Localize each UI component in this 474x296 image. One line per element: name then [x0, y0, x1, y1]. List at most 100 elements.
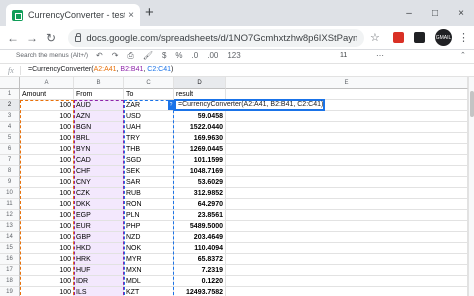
row-header[interactable]: 19 — [0, 287, 20, 296]
cell-c5[interactable]: TRY — [124, 133, 174, 144]
cell-c2[interactable]: ZAR — [124, 100, 174, 111]
browser-tab[interactable]: CurrencyConverter - test - Goog × — [6, 4, 140, 26]
cell-a16[interactable]: 100 — [20, 254, 74, 265]
row-header[interactable]: 14 — [0, 232, 20, 243]
cell-d18[interactable]: 0.1220 — [174, 276, 226, 287]
cell-b4[interactable]: BGN — [74, 122, 124, 133]
cell-e6[interactable] — [226, 144, 468, 155]
cell-b2[interactable]: AUD — [74, 100, 124, 111]
cell-b7[interactable]: CAD — [74, 155, 124, 166]
column-header-c[interactable]: C — [124, 77, 174, 89]
cell-c16[interactable]: MYR — [124, 254, 174, 265]
cell-c15[interactable]: NOK — [124, 243, 174, 254]
close-window-button[interactable]: × — [448, 0, 474, 26]
cell-b17[interactable]: HUF — [74, 265, 124, 276]
cell-b14[interactable]: GBP — [74, 232, 124, 243]
row-header[interactable]: 1 — [0, 89, 20, 100]
row-header[interactable]: 15 — [0, 243, 20, 254]
cell-d3[interactable]: 59.0458 — [174, 111, 226, 122]
cell-b3[interactable]: AZN — [74, 111, 124, 122]
cell-a12[interactable]: 100 — [20, 210, 74, 221]
cell-b11[interactable]: DKK — [74, 199, 124, 210]
cell-d11[interactable]: 64.2970 — [174, 199, 226, 210]
cell-d9[interactable]: 53.6029 — [174, 177, 226, 188]
cell-d6[interactable]: 1269.0445 — [174, 144, 226, 155]
cell-c8[interactable]: SEK — [124, 166, 174, 177]
cell-d5[interactable]: 169.9630 — [174, 133, 226, 144]
cell-e8[interactable] — [226, 166, 468, 177]
cell-b16[interactable]: HRK — [74, 254, 124, 265]
search-menus-field[interactable]: Search the menus (Alt+/) — [16, 52, 88, 59]
paint-format-icon[interactable]: 🖌 — [143, 51, 153, 61]
address-bar[interactable]: docs.google.com/spreadsheets/d/1NO7Gcmhx… — [68, 29, 364, 47]
cell-e14[interactable] — [226, 232, 468, 243]
row-header[interactable]: 3 — [0, 111, 20, 122]
cell-e9[interactable] — [226, 177, 468, 188]
cell-b10[interactable]: CZK — [74, 188, 124, 199]
cell-c10[interactable]: RUB — [124, 188, 174, 199]
cell-d7[interactable]: 101.1599 — [174, 155, 226, 166]
cell-a17[interactable]: 100 — [20, 265, 74, 276]
formula-help-icon[interactable]: ? — [168, 100, 174, 110]
cell-c3[interactable]: USD — [124, 111, 174, 122]
cell-b6[interactable]: BYN — [74, 144, 124, 155]
cell-d12[interactable]: 23.8561 — [174, 210, 226, 221]
cell-e10[interactable] — [226, 188, 468, 199]
redo-icon[interactable]: ↷ — [112, 51, 119, 61]
cell-e19[interactable] — [226, 287, 468, 296]
cell-c11[interactable]: RON — [124, 199, 174, 210]
minimize-button[interactable]: – — [396, 0, 422, 26]
row-header[interactable]: 17 — [0, 265, 20, 276]
cell-d17[interactable]: 7.2319 — [174, 265, 226, 276]
cell-a6[interactable]: 100 — [20, 144, 74, 155]
cell-a8[interactable]: 100 — [20, 166, 74, 177]
increase-decimal-icon[interactable]: .00 — [207, 51, 218, 61]
spreadsheet-grid[interactable]: A B C D E 1 Amount From To result 2 100 AUD ZAR 3 100 AZ… — [0, 77, 468, 296]
cell-c1[interactable]: To — [124, 89, 174, 100]
cell-e11[interactable] — [226, 199, 468, 210]
percent-format-icon[interactable]: % — [175, 51, 182, 61]
column-header-e[interactable]: E — [226, 77, 468, 89]
cell-a9[interactable]: 100 — [20, 177, 74, 188]
extension-icon[interactable] — [414, 32, 425, 43]
cell-e17[interactable] — [226, 265, 468, 276]
font-size-field[interactable]: 11 — [340, 52, 347, 59]
more-formats-button[interactable]: 123 — [227, 51, 240, 61]
cell-b5[interactable]: BRL — [74, 133, 124, 144]
browser-menu-icon[interactable]: ⋮ — [458, 31, 469, 44]
cell-c18[interactable]: MDL — [124, 276, 174, 287]
cell-c4[interactable]: UAH — [124, 122, 174, 133]
cell-b18[interactable]: IDR — [74, 276, 124, 287]
column-header-a[interactable]: A — [20, 77, 74, 89]
avatar[interactable]: GMAIL — [435, 29, 452, 46]
print-icon[interactable]: ⎙ — [127, 51, 133, 61]
cell-a5[interactable]: 100 — [20, 133, 74, 144]
back-icon[interactable]: ← — [7, 30, 19, 46]
decrease-decimal-icon[interactable]: .0 — [192, 51, 199, 61]
cell-d15[interactable]: 110.4094 — [174, 243, 226, 254]
cell-e5[interactable] — [226, 133, 468, 144]
cell-d8[interactable]: 1048.7169 — [174, 166, 226, 177]
cell-e18[interactable] — [226, 276, 468, 287]
more-icon[interactable]: ⋯ — [376, 51, 384, 60]
currency-format-icon[interactable]: $ — [162, 51, 166, 61]
formula-text[interactable]: =CurrencyConverter(A2:A41, B2:B41, C2:C4… — [28, 66, 173, 73]
cell-e3[interactable] — [226, 111, 468, 122]
cell-a1[interactable]: Amount — [20, 89, 74, 100]
new-tab-button[interactable]: + — [145, 5, 154, 20]
cell-a19[interactable]: 100 — [20, 287, 74, 296]
row-header[interactable]: 11 — [0, 199, 20, 210]
formula-bar[interactable]: fx =CurrencyConverter(A2:A41, B2:B41, C2… — [0, 63, 474, 77]
cell-d14[interactable]: 203.4649 — [174, 232, 226, 243]
reload-icon[interactable]: ↻ — [46, 30, 56, 46]
cell-e7[interactable] — [226, 155, 468, 166]
cell-c7[interactable]: SGD — [124, 155, 174, 166]
cell-b13[interactable]: EUR — [74, 221, 124, 232]
cell-b1[interactable]: From — [74, 89, 124, 100]
maximize-button[interactable]: □ — [422, 0, 448, 26]
cell-c19[interactable]: KZT — [124, 287, 174, 296]
cell-c6[interactable]: THB — [124, 144, 174, 155]
cell-d13[interactable]: 5489.5000 — [174, 221, 226, 232]
cell-a7[interactable]: 100 — [20, 155, 74, 166]
cell-e15[interactable] — [226, 243, 468, 254]
